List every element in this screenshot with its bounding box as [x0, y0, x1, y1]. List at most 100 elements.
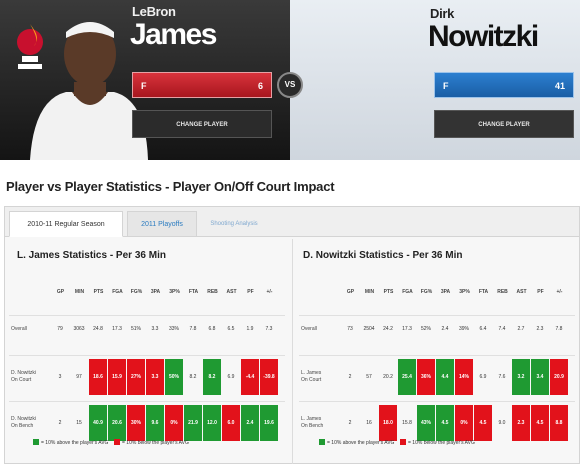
stat-cell-min: 15	[76, 420, 82, 426]
column-header-pts: PTS	[383, 289, 394, 295]
stat-cell-gp: 2	[58, 420, 62, 426]
stat-cell-reb: 8.2	[203, 359, 221, 395]
column-header-min: MIN	[364, 289, 375, 295]
stat-cell-pf: 2.3	[536, 326, 544, 332]
stat-cell-3p: 0%	[165, 405, 183, 441]
section-divider	[292, 239, 293, 464]
column-header-gp: GP	[56, 289, 65, 295]
stat-cell-fg: 30%	[127, 405, 145, 441]
stat-cell-pts: 18.0	[379, 405, 397, 441]
row-label-line: Overall	[301, 325, 317, 332]
player2-position: F	[443, 81, 449, 91]
row-label: L. James On Bench	[301, 416, 323, 430]
row-label-line: On Bench	[11, 423, 34, 429]
stat-cell-ast: 6.9	[227, 374, 235, 380]
column-header-pf: PF	[247, 289, 254, 295]
stat-cell-pts: 24.8	[93, 326, 103, 332]
stat-cell-reb: 12.0	[203, 405, 221, 441]
stat-cell-pts: 18.6	[89, 359, 107, 395]
row-divider	[9, 401, 285, 402]
player1-first-name: LeBron	[132, 4, 176, 19]
stat-cell-reb: 9.0	[498, 420, 506, 426]
player1-number: 6	[257, 81, 263, 91]
row-label-line: On Court	[301, 377, 322, 383]
row-label-line: L. James	[301, 416, 322, 422]
stat-cell-fga: 15.8	[402, 420, 412, 426]
row-label-line: On Bench	[301, 423, 324, 429]
player1-position: F	[141, 81, 147, 91]
tab-regular-season[interactable]: 2010-11 Regular Season	[9, 211, 123, 237]
stat-cell-reb: 7.4	[498, 326, 506, 332]
column-header-fga: FGA	[112, 289, 123, 295]
column-header-3pa: 3PA	[440, 289, 451, 295]
tab-shooting-analysis[interactable]: Shooting Analysis	[201, 211, 267, 237]
stat-cell-ast: 6.0	[222, 405, 240, 441]
column-header-ast: AST	[516, 289, 527, 295]
stat-cell-3pa: 3.3	[151, 326, 159, 332]
row-label-line: D. Nowitzki	[11, 416, 37, 422]
stat-cell-fga: 15.9	[108, 359, 126, 395]
change-player2-button[interactable]: CHANGE PLAYER	[434, 110, 574, 138]
stat-cell-fta: 6.9	[479, 374, 487, 380]
player1-last-name: James	[130, 18, 217, 51]
stat-cell-fga: 17.3	[402, 326, 412, 332]
change-player1-button[interactable]: CHANGE PLAYER	[132, 110, 272, 138]
legend-below-label: = 10% below the player's AVG	[122, 440, 189, 446]
tab-playoffs[interactable]: 2011 Playoffs	[127, 211, 197, 237]
stat-cell-min: 57	[366, 374, 372, 380]
stat-cell-reb: 7.6	[498, 374, 506, 380]
stat-cell-3pa: 2.4	[441, 326, 449, 332]
row-label: D. Nowitzki On Bench	[11, 416, 36, 430]
player2-number: 41	[554, 81, 565, 91]
column-header-3pa: 3PA	[150, 289, 161, 295]
stat-cell-fga: 17.3	[112, 326, 122, 332]
stat-cell-ast: 6.5	[227, 326, 235, 332]
stat-cell-fga: 20.6	[108, 405, 126, 441]
row-label: Overall	[301, 326, 317, 333]
row-divider	[9, 355, 285, 356]
player2-card: Dirk Nowitzki F 41 CHANGE PLAYER	[290, 0, 580, 160]
stat-cell-fta: 4.5	[474, 405, 492, 441]
stat-cell-ast: 3.2	[512, 359, 530, 395]
stat-cell-3p: 33%	[168, 326, 179, 332]
stat-cell-fg: 27%	[127, 359, 145, 395]
vs-badge: VS	[277, 72, 303, 98]
row-label-line: D. Nowitzki	[11, 370, 37, 376]
stat-cell-3p: 0%	[455, 405, 473, 441]
row-divider	[9, 315, 285, 316]
legend-above-label: = 10% above the player's AVG	[41, 440, 109, 446]
stat-cell-pf: -4.4	[241, 359, 259, 395]
stats-panel: 2010-11 Regular Season 2011 Playoffs Sho…	[4, 206, 580, 464]
stat-cell-fta: 21.9	[184, 405, 202, 441]
legend-below-label: = 10% below the player's AVG	[408, 440, 475, 446]
row-divider	[299, 315, 575, 316]
stat-cell-3pa: 3.3	[146, 359, 164, 395]
row-label: Overall	[11, 326, 27, 333]
stat-cell-3p: 50%	[165, 359, 183, 395]
legend-green-swatch	[319, 439, 325, 445]
column-header-min: MIN	[74, 289, 85, 295]
column-header-fga: FGA	[402, 289, 413, 295]
right-section-title: D. Nowitzki Statistics - Per 36 Min	[303, 250, 463, 261]
column-header-fg: FG%	[420, 289, 433, 295]
stat-cell-3pa: 4.5	[436, 405, 454, 441]
stat-cell-pts: 20.2	[383, 374, 393, 380]
stat-cell-ast: 2.7	[517, 326, 525, 332]
row-label-line: L. James	[301, 370, 322, 376]
row-label-line: On Court	[11, 377, 32, 383]
row-label: D. Nowitzki On Court	[11, 370, 36, 384]
right-legend: = 10% above the player's AVG = 10% below…	[319, 439, 475, 446]
stat-cell-ast: 2.3	[512, 405, 530, 441]
stat-cell-: -39.8	[260, 359, 278, 395]
column-header-reb: REB	[497, 289, 508, 295]
stat-cell-3p: 14%	[455, 359, 473, 395]
stat-cell-: 7.8	[555, 326, 563, 332]
legend-above-label: = 10% above the player's AVG	[327, 440, 395, 446]
stat-cell-fg: 43%	[417, 405, 435, 441]
stat-cell-pf: 4.5	[531, 405, 549, 441]
stat-cell-gp: 2	[348, 374, 352, 380]
stat-cell-fta: 7.8	[189, 326, 197, 332]
stat-cell-fg: 36%	[417, 359, 435, 395]
row-label: L. James On Court	[301, 370, 321, 384]
page-title: Player vs Player Statistics - Player On/…	[6, 179, 335, 194]
